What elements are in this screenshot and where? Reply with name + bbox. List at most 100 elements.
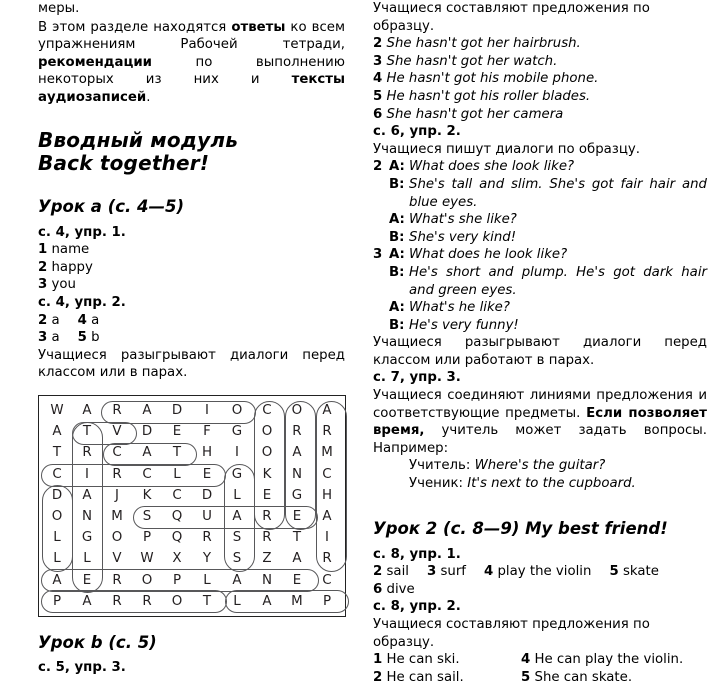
wordsearch-cell: O (261, 424, 273, 440)
wordsearch-cell: X (172, 551, 182, 567)
item-text: She hasn't got her hairbrush. (386, 36, 581, 52)
intro-bold-rekomendacii: рекомендации (38, 54, 152, 70)
wordsearch-cell: P (322, 593, 332, 609)
wordsearch-row: PARROTLAMP (42, 591, 342, 612)
speaker-label: A: (389, 300, 405, 316)
dialogue-number: 3 (373, 247, 383, 263)
item-text: you (51, 277, 76, 293)
item-number: 1 (38, 242, 48, 258)
wordsearch-cell: A (322, 402, 332, 418)
wordsearch-cell: H (201, 445, 213, 461)
ex-p8-2-heading: с. 8, упр. 2. (373, 599, 461, 615)
wordsearch-cell: R (262, 530, 272, 546)
wordsearch-cell: A (292, 445, 302, 461)
speaker-label: A: (389, 159, 405, 175)
dialogue-line: A: What's she like? (373, 211, 707, 229)
wordsearch-cell: D (171, 402, 183, 418)
item-number: 5 (609, 564, 619, 580)
wordsearch-row: LGOPQRSRTI (42, 527, 342, 548)
ex-p4-2-list: 2 a4 a 3 a5 b (38, 312, 345, 347)
item-text: He hasn't got his mobile phone. (386, 71, 599, 87)
wordsearch-cell: R (262, 508, 272, 524)
wordsearch-cell: M (291, 593, 303, 609)
item-text: surf (440, 564, 466, 580)
wordsearch-cell: L (53, 530, 61, 546)
wordsearch-row: ATVDEFGORR (42, 421, 342, 442)
wordsearch-cell: O (291, 402, 303, 418)
wordsearch-cell: A (232, 572, 242, 588)
dialogue-line: B: He's very funny! (373, 317, 707, 335)
wordsearch-cell: P (172, 572, 182, 588)
wordsearch-cell: E (292, 572, 302, 588)
wordsearch-cell: T (202, 593, 212, 609)
item-number: 4 (521, 652, 531, 668)
module-title-line2: Back together! (38, 150, 210, 175)
wordsearch-cell: L (233, 487, 241, 503)
student-line: Ученик: It's next to the cupboard. (373, 475, 707, 493)
dialogue-line: A: What's he like? (373, 299, 707, 317)
item-number: 1 (373, 652, 383, 668)
intro-paragraph: В этом разделе находятся ответы ко всем … (38, 19, 345, 107)
list-item: 3 a 5 b (38, 329, 345, 347)
wordsearch-cell: U (202, 508, 212, 524)
wordsearch-cell: I (235, 445, 239, 461)
wordsearch-cell: T (172, 445, 182, 461)
wordsearch-cell: V (112, 551, 122, 567)
wordsearch-cell: R (292, 424, 302, 440)
item-text: He can play the violin. (534, 652, 684, 668)
wordsearch-row: TRCATHIOAM (42, 442, 342, 463)
item-number: 3 (38, 330, 48, 346)
dialogue-line: 3 A: What does he look like? (373, 246, 707, 264)
item-text: She hasn't got her camera (386, 106, 564, 122)
list-item: 2 happy (38, 259, 345, 277)
item-number: 5 (521, 669, 531, 685)
wordsearch-cell: M (111, 508, 123, 524)
ex-p6-2-note: Учащиеся пишут диалоги по образцу. (373, 141, 641, 157)
wordsearch-cell: E (292, 508, 302, 524)
dialogue-line: B: He's short and plump. He's got dark h… (373, 264, 707, 299)
ex-p4-1-heading: с. 4, упр. 1. (38, 224, 126, 240)
dialogue-number: 2 (373, 159, 383, 175)
wordsearch-cell: O (51, 508, 63, 524)
wordsearch-cell: I (85, 466, 89, 482)
item-text: b (91, 330, 100, 346)
dialogue-block-3: 3 A: What does he look like? B: He's sho… (373, 246, 707, 334)
wordsearch-cell: A (262, 593, 272, 609)
wordsearch-cell: A (322, 508, 332, 524)
wordsearch-cell: O (111, 530, 123, 546)
wordsearch-cell: O (141, 572, 153, 588)
left-column: меры. В этом разделе находятся ответы ко… (0, 0, 363, 675)
item-text: She hasn't got her watch. (386, 53, 558, 69)
dialogue-text: He's short and plump. He's got dark hair… (409, 264, 707, 298)
item-number: 2 (38, 312, 48, 328)
item-text: a (91, 312, 100, 328)
wordsearch-cell: V (112, 424, 122, 440)
intro-seg4: . (146, 89, 151, 105)
wordsearch-cell: W (140, 551, 154, 567)
wordsearch-cell: H (321, 487, 333, 503)
wordsearch-cell: O (261, 445, 273, 461)
dialogue-text: She's very kind! (409, 229, 517, 245)
item-number: 5 (373, 88, 383, 104)
item-number: 3 (373, 53, 383, 69)
ex-p7-3-heading: с. 7, упр. 3. (373, 370, 461, 386)
wordsearch-cell: S (232, 551, 242, 567)
item-number: 6 (373, 581, 383, 597)
wordsearch-cell: P (52, 593, 62, 609)
after-dialogues-note: Учащиеся разыгрывают диалоги перед класс… (373, 335, 707, 368)
wordsearch-cell: G (231, 466, 243, 482)
wordsearch-cell: K (142, 487, 152, 503)
teacher-label: Учитель: (409, 458, 471, 474)
wordsearch-cell: Q (171, 530, 183, 546)
wordsearch-cell: L (203, 572, 211, 588)
wordsearch-row: LLVWXYSZAR (42, 548, 342, 569)
item-number: 6 (373, 106, 383, 122)
wordsearch-cell: A (142, 402, 152, 418)
wordsearch-cell: L (233, 593, 241, 609)
wordsearch-cell: R (112, 402, 122, 418)
list-item: 1 name (38, 241, 345, 259)
item-number: 2 (373, 669, 383, 685)
item-text: happy (51, 259, 93, 275)
wordsearch-cell: G (81, 530, 93, 546)
wordsearch-cell: S (232, 530, 242, 546)
